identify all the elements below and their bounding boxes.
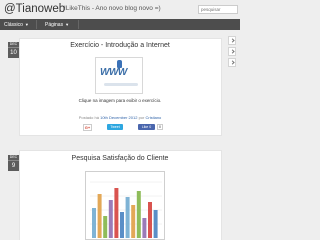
date-day: 9 (11, 163, 16, 169)
chart-bar (142, 218, 147, 238)
google-plus-button[interactable]: G+ (83, 124, 92, 131)
bar-chart-graphic (90, 181, 162, 238)
chevron-right-icon (230, 49, 235, 54)
chart-bar (148, 202, 152, 238)
chart-bar (114, 188, 119, 238)
post-title[interactable]: Pesquisa Satisfação do Cliente (0, 155, 240, 162)
post-chart-image[interactable] (85, 171, 165, 240)
blog-header: @Tianoweb !LikeThis - Ano novo blog novo… (0, 0, 240, 20)
search-input[interactable] (198, 5, 238, 14)
post-title[interactable]: Exercício - Introdução a Internet (0, 42, 240, 49)
view-dropdown-label: Clássico (4, 22, 23, 28)
www-graphic-text: WWW (100, 67, 127, 78)
author-link[interactable]: Cristiano (145, 115, 161, 120)
caret-down-icon: ▼ (65, 22, 70, 27)
nav-divider (36, 20, 37, 29)
post-date-link[interactable]: 10th December 2012 (100, 115, 137, 120)
view-dropdown[interactable]: Clássico ▼ (4, 21, 29, 28)
graphic-shadow (104, 83, 138, 86)
chart-bar (131, 205, 136, 238)
like-count: 0 (157, 124, 163, 130)
chart-bar (103, 216, 108, 238)
navbar: Clássico ▼ Páginas ▼ (0, 19, 240, 30)
chart-bar (97, 194, 102, 238)
post-caption: Clique na imagem para exibir o exercício… (78, 98, 162, 103)
chart-bar (120, 212, 124, 238)
blog-description: !LikeThis - Ano novo blog novo =) (64, 5, 161, 12)
chart-bar (153, 210, 158, 238)
meta-by: por (138, 115, 145, 120)
facebook-like-button[interactable]: Like 0 (138, 124, 155, 130)
chart-bar (136, 191, 141, 238)
pages-dropdown[interactable]: Páginas ▼ (45, 21, 69, 28)
chart-bar (125, 197, 130, 238)
caret-down-icon: ▼ (24, 22, 29, 27)
post-thumbnail[interactable]: WWW (95, 57, 143, 94)
chevron-right-icon (230, 60, 235, 65)
sidebar-toggle-button[interactable] (228, 58, 236, 67)
chart-bars (92, 188, 158, 238)
pages-dropdown-label: Páginas (45, 22, 64, 28)
post-meta: Postado há 10th December 2012 por Cristi… (0, 115, 240, 120)
blog-title[interactable]: @Tianoweb (4, 3, 65, 15)
meta-prefix: Postado há (78, 115, 99, 120)
nav-divider (78, 20, 79, 29)
date-day: 10 (10, 50, 17, 56)
chart-bar (108, 200, 113, 238)
chart-bar (92, 208, 96, 238)
tweet-button[interactable]: Tweet (107, 124, 123, 130)
